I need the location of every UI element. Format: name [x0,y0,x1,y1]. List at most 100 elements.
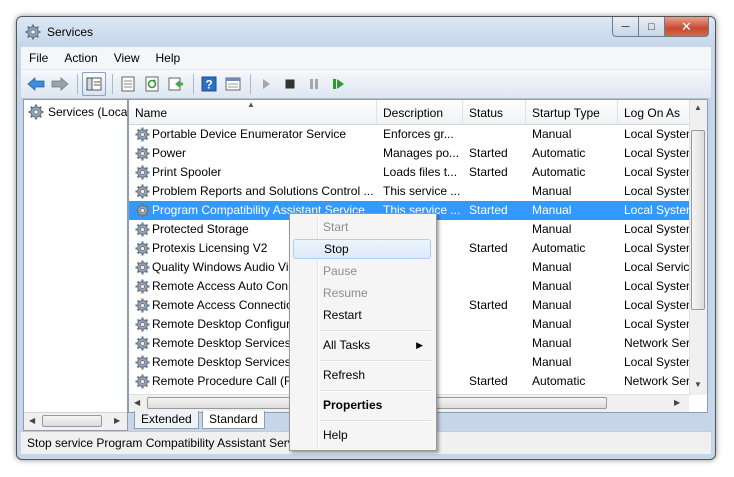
export-button[interactable] [165,73,187,95]
help-icon: ? [201,76,217,92]
cell-description: Manages po... [383,146,460,160]
close-icon: ✕ [681,18,692,34]
cell-status: Started [469,298,508,312]
table-row[interactable]: Portable Device Enumerator Service Enforc… [129,125,689,144]
table-row[interactable]: Problem Reports and Solutions Control ..… [129,182,689,201]
menu-item-start[interactable]: Start [293,217,431,237]
vertical-scrollbar[interactable]: ▲ ▼ [689,100,707,395]
cell-startup: Manual [532,203,572,217]
column-header-startup-type[interactable]: Startup Type [526,100,618,124]
service-gear-icon [135,146,150,161]
service-gear-icon [135,336,150,351]
cell-startup: Manual [532,184,572,198]
vertical-scroll-thumb[interactable] [691,130,705,310]
tree-pane: Services (Loca ◀ ▶ [23,99,128,431]
export-icon [168,77,183,91]
cell-status [469,125,526,144]
cell-logon: Local System [624,127,689,141]
toolbar-separator [77,74,78,94]
cell-logon: Network Ser [624,374,689,388]
cell-startup: Automatic [532,165,586,179]
menu-view[interactable]: View [106,51,148,65]
tab-extended[interactable]: Extended [134,411,199,429]
cell-name: Portable Device Enumerator Service [152,127,347,141]
title-bar[interactable]: Services ─ □ ✕ [17,17,715,47]
service-gear-icon [135,184,150,199]
toolbar-separator [112,74,113,94]
cell-logon: Local System [624,355,689,369]
menu-item-help[interactable]: Help [293,425,431,445]
restart-icon [333,79,344,89]
service-gear-icon [135,127,150,142]
menu-item-properties[interactable]: Properties [293,395,431,415]
maximize-button[interactable]: □ [639,17,665,37]
column-header-description[interactable]: Description [377,100,463,124]
cell-status: Started [469,241,508,255]
submenu-arrow-icon: ▶ [416,340,423,350]
cell-status [469,353,526,372]
scroll-right-icon[interactable]: ▶ [114,416,120,425]
service-gear-icon [135,165,150,180]
tree-horizontal-scrollbar[interactable]: ◀ ▶ [24,412,127,430]
cell-status [469,277,526,296]
menu-action[interactable]: Action [56,51,105,65]
forward-icon [51,77,69,91]
tree-scroll-thumb[interactable] [42,415,102,427]
menu-item-pause[interactable]: Pause [293,261,431,281]
maximize-icon: □ [648,20,655,33]
scroll-right-icon[interactable]: ▶ [674,398,680,407]
cell-startup: Manual [532,298,572,312]
scroll-left-icon[interactable]: ◀ [134,398,140,407]
column-header-log-on-as[interactable]: Log On As [618,100,698,124]
menu-item-resume[interactable]: Resume [293,283,431,303]
cell-logon: Local System [624,146,689,160]
toolbar-separator [250,74,251,94]
column-header-row: Name ▲ Description Status Startup Type L… [129,100,689,125]
menu-separator [320,420,431,422]
menu-item-restart[interactable]: Restart [293,305,431,325]
cell-logon: Local System [624,298,689,312]
menu-file[interactable]: File [21,51,56,65]
back-icon [27,77,45,91]
forward-button[interactable] [49,73,71,95]
show-tree-icon [86,77,102,91]
cell-name: Power [152,146,187,160]
table-row[interactable]: Power Manages po... Started Automatic Local … [129,144,689,163]
column-header-status[interactable]: Status [463,100,526,124]
restart-service-button[interactable] [327,73,349,95]
refresh-button[interactable] [141,73,163,95]
back-button[interactable] [25,73,47,95]
stop-service-button[interactable] [279,73,301,95]
menu-item-stop[interactable]: Stop [293,239,431,259]
play-icon [263,79,270,89]
minimize-button[interactable]: ─ [612,17,639,37]
scroll-left-icon[interactable]: ◀ [29,416,35,425]
table-row[interactable]: Print Spooler Loads files t... Started Auto… [129,163,689,182]
context-menu: Start Stop Pause Resume Restart All Task… [289,213,437,451]
menu-item-refresh[interactable]: Refresh [293,365,431,385]
menu-item-all-tasks[interactable]: All Tasks ▶ [293,335,431,355]
show-tree-button[interactable] [82,72,106,96]
scroll-up-icon[interactable]: ▲ [694,103,702,112]
start-service-button[interactable] [255,73,277,95]
scroll-down-icon[interactable]: ▼ [694,380,702,389]
pause-service-button[interactable] [303,73,325,95]
export-list-icon [121,76,135,92]
close-button[interactable]: ✕ [665,17,709,37]
help-button[interactable]: ? [198,73,220,95]
cell-startup: Manual [532,260,572,274]
tab-standard[interactable]: Standard [202,411,265,429]
service-gear-icon [135,374,150,389]
properties-button[interactable] [222,73,244,95]
menu-separator [320,360,431,362]
cell-startup: Manual [532,336,572,350]
service-gear-icon [135,279,150,294]
service-gear-icon [135,241,150,256]
refresh-icon [145,76,159,92]
cell-startup: Automatic [532,146,586,160]
cell-status [469,334,526,353]
cell-description: Loads files t... [383,165,458,179]
export-list-button[interactable] [117,73,139,95]
tree-item-services[interactable]: Services (Loca [28,104,127,120]
menu-help[interactable]: Help [148,51,189,65]
